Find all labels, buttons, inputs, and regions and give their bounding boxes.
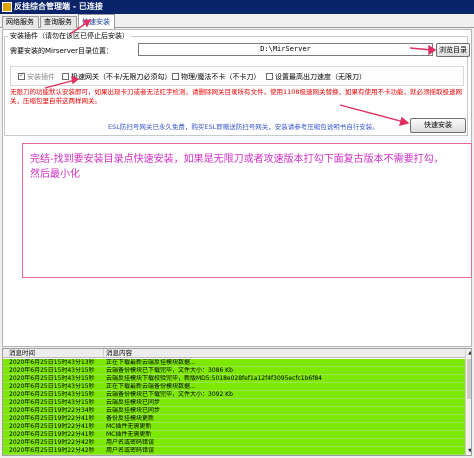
log-row[interactable]: 2020年6月25日15时43分15秒 云端反挂模块下载校验完毕，新版MD5:50… bbox=[3, 375, 465, 383]
log-row[interactable]: 2020年6月25日15时43分13秒 正在下载最新云端反挂模块数据... bbox=[3, 359, 465, 367]
log-row-time: 2020年6月25日15时43分15秒 bbox=[9, 399, 95, 406]
log-row-message: 正在下载最新云端备份模块数据... bbox=[106, 383, 196, 390]
log-row-message: 云端反挂模块下载校验完毕，新版MD5:5018e028fef1a12f4f309… bbox=[106, 375, 322, 382]
log-row[interactable]: 2020年6月25日19时22分42秒 用户名或密码错误 bbox=[3, 439, 465, 447]
log-row-time: 2020年6月25日19时22分42秒 bbox=[9, 439, 95, 446]
log-row-message: 云端备份模块已下载完毕，文件大小：3092 Kb bbox=[106, 391, 233, 398]
log-row-message: 正在下载最新云端反挂模块数据... bbox=[106, 359, 196, 366]
log-row-time: 2020年6月25日15时43分15秒 bbox=[9, 367, 95, 374]
log-scrollbar[interactable]: ▲ ▼ bbox=[465, 349, 471, 455]
log-row[interactable]: 2020年6月25日15时43分15秒 云端反挂模块已同步 bbox=[3, 399, 465, 407]
log-row-message: MC插件无需更新 bbox=[106, 431, 152, 438]
log-col-message: 消息内容 bbox=[106, 349, 132, 357]
arrow-to-quick-install-button bbox=[339, 104, 410, 126]
log-row[interactable]: 2020年6月25日19时22分41秒 备份反挂模块更新 bbox=[3, 415, 465, 423]
log-row-message: 云端反挂模块已同步 bbox=[106, 407, 161, 414]
log-row[interactable]: 2020年6月25日19时22分41秒 MC插件无需更新 bbox=[3, 431, 465, 439]
log-row-time: 2020年6月25日15时43分15秒 bbox=[9, 375, 95, 382]
log-row-message: 云端备份模块已下载完毕，文件大小：3086 Kb bbox=[106, 367, 233, 374]
arrow-to-browse-button bbox=[409, 44, 437, 56]
log-row-time: 2020年6月25日19时22分41秒 bbox=[9, 423, 95, 430]
log-row-message: MC插件无需更新 bbox=[106, 423, 152, 430]
message-log[interactable]: 消息时间 消息内容 2020年6月25日15时43分13秒 正在下载最新云端反挂模… bbox=[2, 348, 472, 456]
log-row[interactable]: 2020年6月25日19时22分34秒 云端反挂模块已同步 bbox=[3, 407, 465, 415]
log-row-time: 2020年6月25日19时22分41秒 bbox=[9, 415, 95, 422]
log-row-time: 2020年6月25日19时22分42秒 bbox=[9, 447, 95, 454]
log-row-time: 2020年6月25日15时43分13秒 bbox=[9, 359, 95, 366]
log-row-time: 2020年6月25日15时43分15秒 bbox=[9, 383, 95, 390]
log-header: 消息时间 消息内容 bbox=[3, 349, 465, 358]
arrow-from-option bbox=[44, 75, 80, 89]
log-row[interactable]: 2020年6月25日15时43分15秒 云端备份模块已下载完毕，文件大小：3086… bbox=[3, 367, 465, 375]
log-row[interactable]: 2020年6月25日15时43分15秒 正在下载最新云端备份模块数据... bbox=[3, 383, 465, 391]
log-row-message: 用户名或密码错误 bbox=[106, 447, 155, 454]
log-row-message: 云端反挂模块已同步 bbox=[106, 399, 161, 406]
scroll-thumb[interactable] bbox=[467, 359, 471, 399]
log-col-time: 消息时间 bbox=[9, 349, 35, 357]
log-row-message: 用户名或密码错误 bbox=[106, 439, 155, 446]
log-row[interactable]: 2020年6月25日19时22分41秒 MC插件无需更新 bbox=[3, 423, 465, 431]
scroll-down-icon[interactable]: ▼ bbox=[466, 447, 471, 455]
arrow-to-quick-install-tab bbox=[69, 19, 92, 35]
scroll-up-icon[interactable]: ▲ bbox=[466, 349, 471, 357]
log-row-message: 备份反挂模块更新 bbox=[106, 415, 155, 422]
log-row[interactable]: 2020年6月25日19时22分42秒 用户名或密码错误 bbox=[3, 447, 465, 455]
log-row-time: 2020年6月25日15时43分15秒 bbox=[9, 391, 95, 398]
annotation-arrows bbox=[44, 19, 437, 126]
log-row-time: 2020年6月25日19时22分34秒 bbox=[9, 407, 95, 414]
log-row-time: 2020年6月25日19时22分41秒 bbox=[9, 431, 95, 438]
log-row[interactable]: 2020年6月25日15时43分15秒 云端备份模块已下载完毕，文件大小：3092… bbox=[3, 391, 465, 399]
